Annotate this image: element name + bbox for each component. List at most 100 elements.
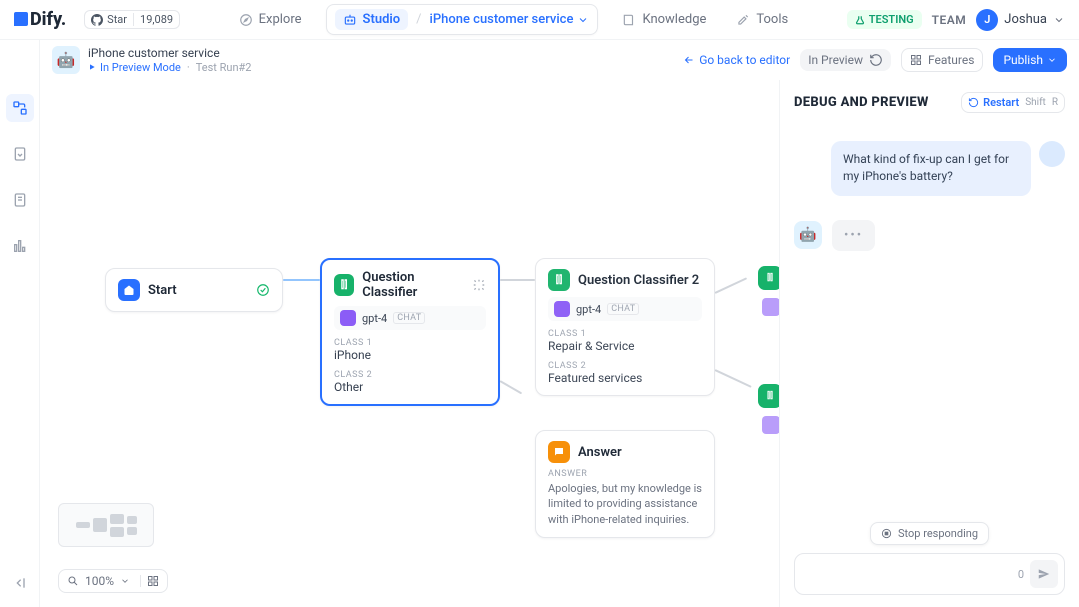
edge: [500, 380, 523, 394]
chat-bot-typing: 🤖 •••: [794, 220, 1065, 251]
restart-button[interactable]: Restart Shift R: [961, 92, 1065, 113]
kbd-r: R: [1052, 97, 1058, 108]
user-avatar-icon: [1039, 141, 1065, 167]
class-label: CLASS 1: [548, 329, 702, 339]
chat-user-message: What kind of fix-up can I get for my iPh…: [831, 141, 1065, 196]
stop-icon: [881, 528, 892, 539]
zoom-control[interactable]: 100%: [58, 569, 168, 593]
back-to-editor[interactable]: Go back to editor: [683, 53, 790, 67]
answer-text: Apologies, but my knowledge is limited t…: [548, 481, 702, 527]
send-button[interactable]: [1030, 560, 1058, 588]
openai-icon: [340, 310, 356, 326]
user-name: Joshua: [1004, 12, 1047, 27]
node-peek-model: [762, 416, 780, 434]
left-rail: [0, 40, 40, 607]
classifier-icon: ⫿⫿: [334, 274, 354, 296]
bot-avatar-icon: 🤖: [794, 221, 822, 249]
model-chip: gpt-4 CHAT: [548, 297, 702, 321]
check-icon: [256, 283, 270, 297]
document-icon: [12, 192, 28, 208]
openai-icon: [554, 301, 570, 317]
rail-collapse[interactable]: [6, 569, 34, 597]
rail-docs[interactable]: [6, 186, 34, 214]
rail-workflow[interactable]: [6, 94, 34, 122]
rail-logs[interactable]: [6, 140, 34, 168]
collapse-icon: [12, 575, 28, 591]
spinner-icon: [472, 278, 486, 292]
class-label: CLASS 2: [334, 370, 486, 380]
model-tag: CHAT: [393, 312, 425, 324]
env-badge-label: TESTING: [869, 13, 914, 26]
nav-studio-app[interactable]: iPhone customer service: [430, 12, 590, 27]
features-button[interactable]: Features: [901, 48, 983, 72]
arrow-left-icon: [683, 54, 695, 66]
github-star[interactable]: Star 19,089: [84, 10, 180, 29]
rail-analytics[interactable]: [6, 232, 34, 260]
run-label: Test Run#2: [196, 61, 252, 74]
token-count: 0: [1018, 568, 1024, 581]
node-start-title: Start: [148, 283, 177, 298]
edge: [500, 279, 535, 281]
github-icon: [91, 14, 103, 26]
node-question-classifier-2[interactable]: ⫿⫿ Question Classifier 2 gpt-4 CHAT CLAS…: [535, 258, 715, 396]
home-icon: [118, 279, 140, 301]
stop-responding-button[interactable]: Stop responding: [870, 522, 989, 545]
app-title: iPhone customer service: [88, 46, 252, 60]
grid-icon: [910, 54, 922, 66]
beaker-icon: [855, 15, 865, 25]
chat-input-row: 0: [794, 553, 1065, 595]
class-value: iPhone: [334, 348, 486, 362]
doc-arrow-icon: [12, 146, 28, 162]
node-question-classifier-1[interactable]: ⫿⫿ Question Classifier gpt-4 CHAT CLASS …: [320, 258, 500, 406]
node-answer-title: Answer: [578, 445, 622, 460]
logo[interactable]: Dify.: [14, 9, 66, 30]
nav-knowledge[interactable]: Knowledge: [616, 8, 712, 31]
compass-icon: [239, 13, 253, 27]
nav-studio[interactable]: Studio: [335, 9, 409, 30]
model-tag: CHAT: [607, 303, 639, 315]
preview-toggle[interactable]: In Preview: [800, 49, 891, 71]
github-star-label: Star: [107, 13, 127, 26]
class-value: Other: [334, 380, 486, 394]
class-value: Repair & Service: [548, 339, 702, 353]
class-label: CLASS 1: [334, 338, 486, 348]
github-star-count: 19,089: [133, 13, 173, 26]
layout-icon[interactable]: [140, 575, 159, 587]
restart-label: Restart: [983, 96, 1019, 109]
user-menu[interactable]: J Joshua: [976, 9, 1065, 31]
app-icon: 🤖: [52, 46, 80, 74]
node-qc2-title: Question Classifier 2: [578, 273, 699, 288]
debug-title: DEBUG AND PREVIEW: [794, 95, 929, 110]
workflow-header: 🤖 iPhone customer service In Preview Mod…: [40, 40, 1079, 80]
preview-toggle-label: In Preview: [808, 53, 863, 67]
nav-explore[interactable]: Explore: [233, 8, 308, 31]
publish-button[interactable]: Publish: [993, 48, 1067, 72]
tools-icon: [736, 13, 750, 27]
features-label: Features: [928, 53, 974, 67]
node-start[interactable]: Start: [105, 268, 283, 312]
chart-icon: [12, 238, 28, 254]
avatar: J: [976, 9, 998, 31]
typing-indicator-icon: •••: [832, 220, 875, 251]
search-icon: [67, 575, 79, 587]
node-answer[interactable]: Answer ANSWER Apologies, but my knowledg…: [535, 430, 715, 538]
book-icon: [622, 13, 636, 27]
team-link[interactable]: TEAM: [932, 13, 967, 27]
minimap[interactable]: [58, 503, 154, 547]
zoom-value: 100%: [85, 574, 114, 588]
nav-tools-label: Tools: [756, 12, 788, 27]
chat-input[interactable]: [801, 563, 1012, 585]
model-chip: gpt-4 CHAT: [334, 306, 486, 330]
nav-tools[interactable]: Tools: [730, 8, 794, 31]
workflow-canvas[interactable]: Start ⫿⫿ Question Classifier gpt-4 CHAT …: [40, 80, 779, 607]
nav-knowledge-label: Knowledge: [642, 12, 706, 27]
preview-mode-label: In Preview Mode: [88, 61, 181, 74]
bot-icon: [343, 13, 357, 27]
user-message-text: What kind of fix-up can I get for my iPh…: [831, 141, 1031, 196]
edge: [715, 277, 748, 294]
chevron-down-icon: [1047, 55, 1057, 65]
class-label: CLASS 2: [548, 361, 702, 371]
model-name: gpt-4: [362, 312, 387, 325]
classifier-icon: ⫿⫿: [548, 269, 570, 291]
restart-icon: [968, 97, 979, 108]
